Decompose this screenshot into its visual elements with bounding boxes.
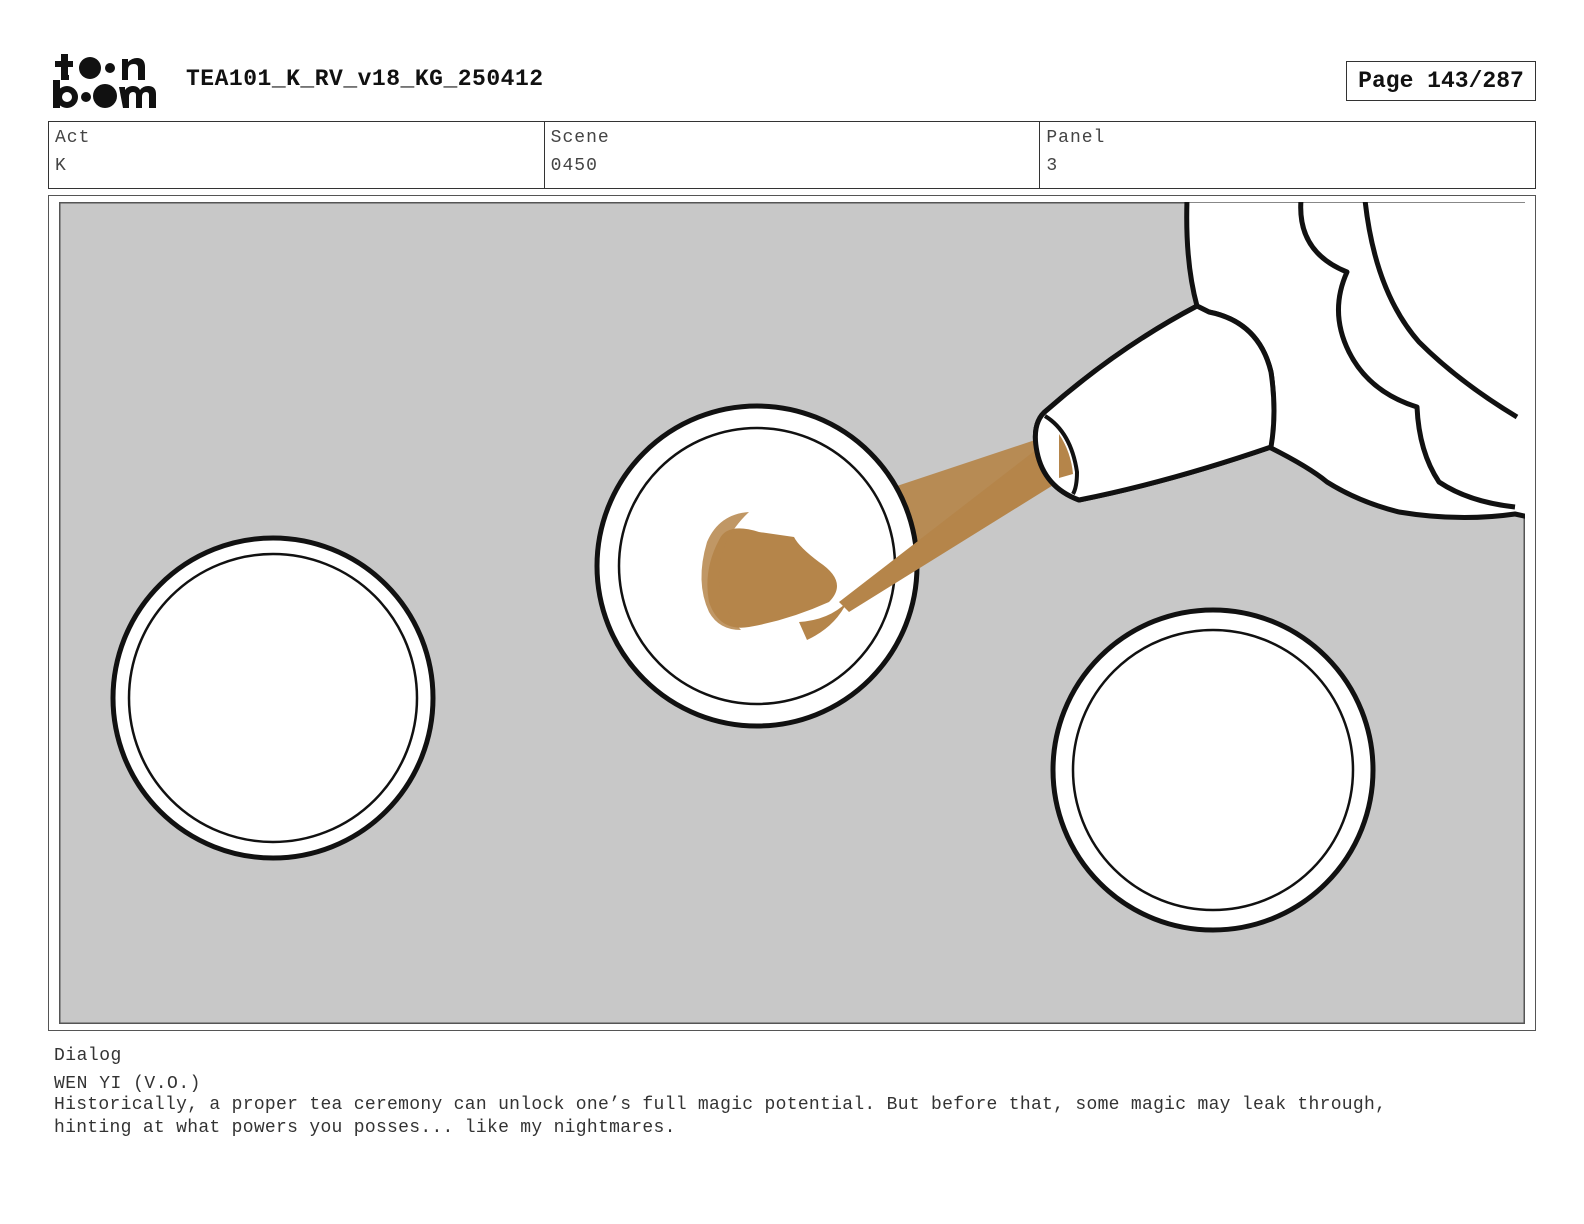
act-cell: Act K — [49, 122, 545, 188]
storyboard-panel — [48, 195, 1536, 1031]
dialog-speaker: WEN YI (V.O.) — [54, 1074, 201, 1094]
dialog-line-2: hinting at what powers you posses... lik… — [54, 1118, 676, 1138]
act-value: K — [55, 156, 67, 176]
panel-value: 3 — [1046, 156, 1059, 176]
toon-boom-logo — [53, 54, 156, 108]
document-title: TEA101_K_RV_v18_KG_250412 — [186, 66, 544, 92]
scene-cell: Scene 0450 — [545, 122, 1041, 188]
act-label: Act — [55, 128, 91, 148]
panel-label: Panel — [1046, 128, 1106, 148]
dialog-label: Dialog — [54, 1046, 122, 1066]
dialog-section: Dialog WEN YI (V.O.) Historically, a pro… — [54, 1046, 1534, 1140]
scene-value: 0450 — [550, 156, 598, 176]
info-table: Act K Scene 0450 Panel 3 — [48, 121, 1536, 189]
page-indicator: Page 143/287 — [1346, 61, 1536, 101]
panel-drawing — [59, 202, 1525, 1024]
tea-cup-left — [110, 535, 436, 861]
dialog-line-1: Historically, a proper tea ceremony can … — [54, 1095, 1387, 1115]
panel-cell: Panel 3 — [1040, 122, 1535, 188]
tea-cup-right — [1050, 607, 1376, 933]
scene-label: Scene — [550, 128, 610, 148]
